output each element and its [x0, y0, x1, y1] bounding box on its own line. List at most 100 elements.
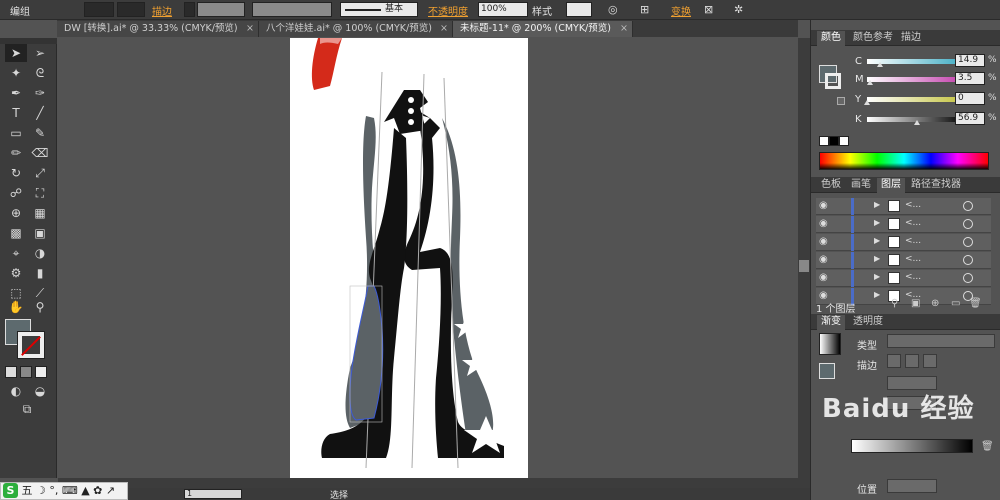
gradient-slider[interactable] [851, 439, 973, 453]
tab-transparency[interactable]: 透明度 [849, 315, 887, 330]
lasso-icon[interactable]: ᘓ [29, 64, 51, 82]
expand-triangle-icon[interactable]: ▶ [874, 272, 880, 281]
free-transform-icon[interactable]: ⛶ [29, 184, 51, 202]
hand-tool-icon[interactable]: ✋ [5, 298, 27, 316]
horizontal-scrollbar[interactable] [58, 478, 810, 488]
artboard[interactable] [290, 38, 528, 478]
channel-value-field[interactable]: 14.9 [955, 54, 985, 67]
selection-tool-icon[interactable]: ➤ [5, 44, 27, 62]
visibility-eye-icon[interactable]: ◉ [819, 272, 828, 283]
none-mode-button[interactable] [35, 366, 47, 378]
artboard-number-field[interactable]: 1 [184, 489, 242, 499]
recolor-icon[interactable]: ◎ [608, 3, 618, 16]
gradient-type-dropdown[interactable] [887, 334, 995, 348]
tab-swatches[interactable]: 色板 [817, 178, 845, 193]
stroke-swatch[interactable] [17, 331, 45, 359]
stroke-weight-field[interactable] [197, 2, 245, 17]
blend-tool-icon[interactable]: ◑ [29, 244, 51, 262]
black-swatch[interactable] [829, 136, 839, 146]
target-circle-icon[interactable] [963, 201, 973, 211]
zoom-tool-icon[interactable]: ⚲ [29, 298, 51, 316]
magic-wand-icon[interactable]: ✦ [5, 64, 27, 82]
fill-dropdown[interactable] [84, 2, 114, 17]
channel-slider-track[interactable] [867, 77, 955, 82]
slider-handle[interactable] [864, 100, 870, 105]
channel-value-field[interactable]: 3.5 [955, 72, 985, 85]
layer-row[interactable]: ◉ ▶ <... [816, 198, 991, 215]
target-circle-icon[interactable] [963, 237, 973, 247]
pen-tool-icon[interactable]: ✒ [5, 84, 27, 102]
gradient-mode-button[interactable] [20, 366, 32, 378]
stroke-across-button[interactable] [923, 354, 937, 368]
locate-object-icon[interactable]: ⚲ [891, 298, 898, 309]
ime-toolbar[interactable]: S 五 ☽ °, ⌨ ▲ ✿ ↗ [0, 482, 128, 500]
visibility-eye-icon[interactable]: ◉ [819, 254, 828, 265]
close-icon[interactable]: × [246, 21, 254, 36]
white-swatch[interactable] [839, 136, 849, 146]
stroke-color-dropdown[interactable] [117, 2, 145, 17]
color-spectrum[interactable] [819, 152, 989, 170]
layer-row[interactable]: ◉ ▶ <... [816, 234, 991, 251]
delete-layer-icon[interactable]: 🗑 [969, 298, 982, 309]
screen-mode-icon[interactable]: ⧉ [14, 400, 40, 418]
isolate-icon[interactable]: ⊠ [704, 3, 713, 16]
clip-mask-icon[interactable]: ▣ [911, 298, 920, 309]
new-layer-icon[interactable]: ▭ [951, 298, 960, 309]
stroke-label[interactable]: 描边 [152, 3, 172, 18]
expand-triangle-icon[interactable]: ▶ [874, 236, 880, 245]
scroll-thumb[interactable] [799, 260, 809, 272]
expand-triangle-icon[interactable]: ▶ [874, 200, 880, 209]
expand-triangle-icon[interactable]: ▶ [874, 290, 880, 299]
gradient-swatch[interactable] [819, 333, 841, 355]
mesh-tool-icon[interactable]: ▩ [5, 224, 27, 242]
slider-handle[interactable] [914, 120, 921, 125]
pencil-icon[interactable]: ✏ [5, 144, 27, 162]
target-circle-icon[interactable] [963, 219, 973, 229]
align-icon[interactable]: ⊞ [640, 3, 649, 16]
layer-row[interactable]: ◉ ▶ <... [816, 252, 991, 269]
scale-tool-icon[interactable]: ⤢ [29, 164, 51, 182]
opacity-label[interactable]: 不透明度 [428, 3, 468, 18]
tab-color[interactable]: 颜色 [817, 31, 845, 46]
tab-untitled[interactable]: 未标题-11* @ 200% (CMYK/预览) × [453, 21, 633, 37]
shape-builder-icon[interactable]: ⊕ [5, 204, 27, 222]
tab-stroke[interactable]: 描边 [897, 31, 925, 46]
style-dropdown[interactable] [566, 2, 592, 17]
delete-stop-icon[interactable]: 🗑 [981, 441, 994, 452]
gradient-tool-icon[interactable]: ▣ [29, 224, 51, 242]
target-circle-icon[interactable] [963, 255, 973, 265]
type-tool-icon[interactable]: T [5, 104, 27, 122]
tab-pathfinder[interactable]: 路径查找器 [907, 178, 965, 193]
tab-layers[interactable]: 图层 [877, 178, 905, 193]
tab-color-guide[interactable]: 颜色参考 [849, 31, 897, 46]
column-graph-icon[interactable]: ▮ [29, 264, 51, 282]
expand-triangle-icon[interactable]: ▶ [874, 218, 880, 227]
visibility-eye-icon[interactable]: ◉ [819, 218, 828, 229]
curvature-tool-icon[interactable]: ✑ [29, 84, 51, 102]
tab-dw[interactable]: DW [转换].ai* @ 33.33% (CMYK/预览) × [57, 21, 259, 37]
variable-width-dropdown[interactable] [252, 2, 332, 17]
draw-mode-icon[interactable]: ◐ [5, 382, 27, 400]
slider-handle[interactable] [877, 62, 884, 67]
tab-dolls[interactable]: 八个洋娃娃.ai* @ 100% (CMYK/预览) × [259, 21, 453, 37]
stroke-weight-stepper[interactable] [184, 2, 195, 17]
visibility-eye-icon[interactable]: ◉ [819, 200, 828, 211]
direct-selection-tool-icon[interactable]: ➢ [29, 44, 51, 62]
rotate-tool-icon[interactable]: ↻ [5, 164, 27, 182]
canvas[interactable] [58, 38, 798, 478]
layer-row[interactable]: ◉ ▶ <... [816, 216, 991, 233]
color-mode-button[interactable] [5, 366, 17, 378]
tab-gradient[interactable]: 渐变 [817, 315, 845, 330]
stroke-within-button[interactable] [887, 354, 901, 368]
channel-slider-track[interactable] [867, 97, 955, 102]
vertical-scrollbar[interactable] [798, 38, 810, 478]
close-icon[interactable]: × [440, 21, 448, 36]
tab-brushes[interactable]: 画笔 [847, 178, 875, 193]
layer-row[interactable]: ◉ ▶ <... [816, 270, 991, 287]
new-sublayer-icon[interactable]: ⊕ [931, 298, 939, 309]
opacity-field[interactable]: 100% [478, 2, 528, 17]
transform-label[interactable]: 变换 [671, 3, 691, 18]
channel-value-field[interactable]: 56.9 [955, 112, 985, 125]
position-field[interactable] [887, 479, 937, 493]
eyedropper-icon[interactable]: ⌖ [5, 244, 27, 262]
